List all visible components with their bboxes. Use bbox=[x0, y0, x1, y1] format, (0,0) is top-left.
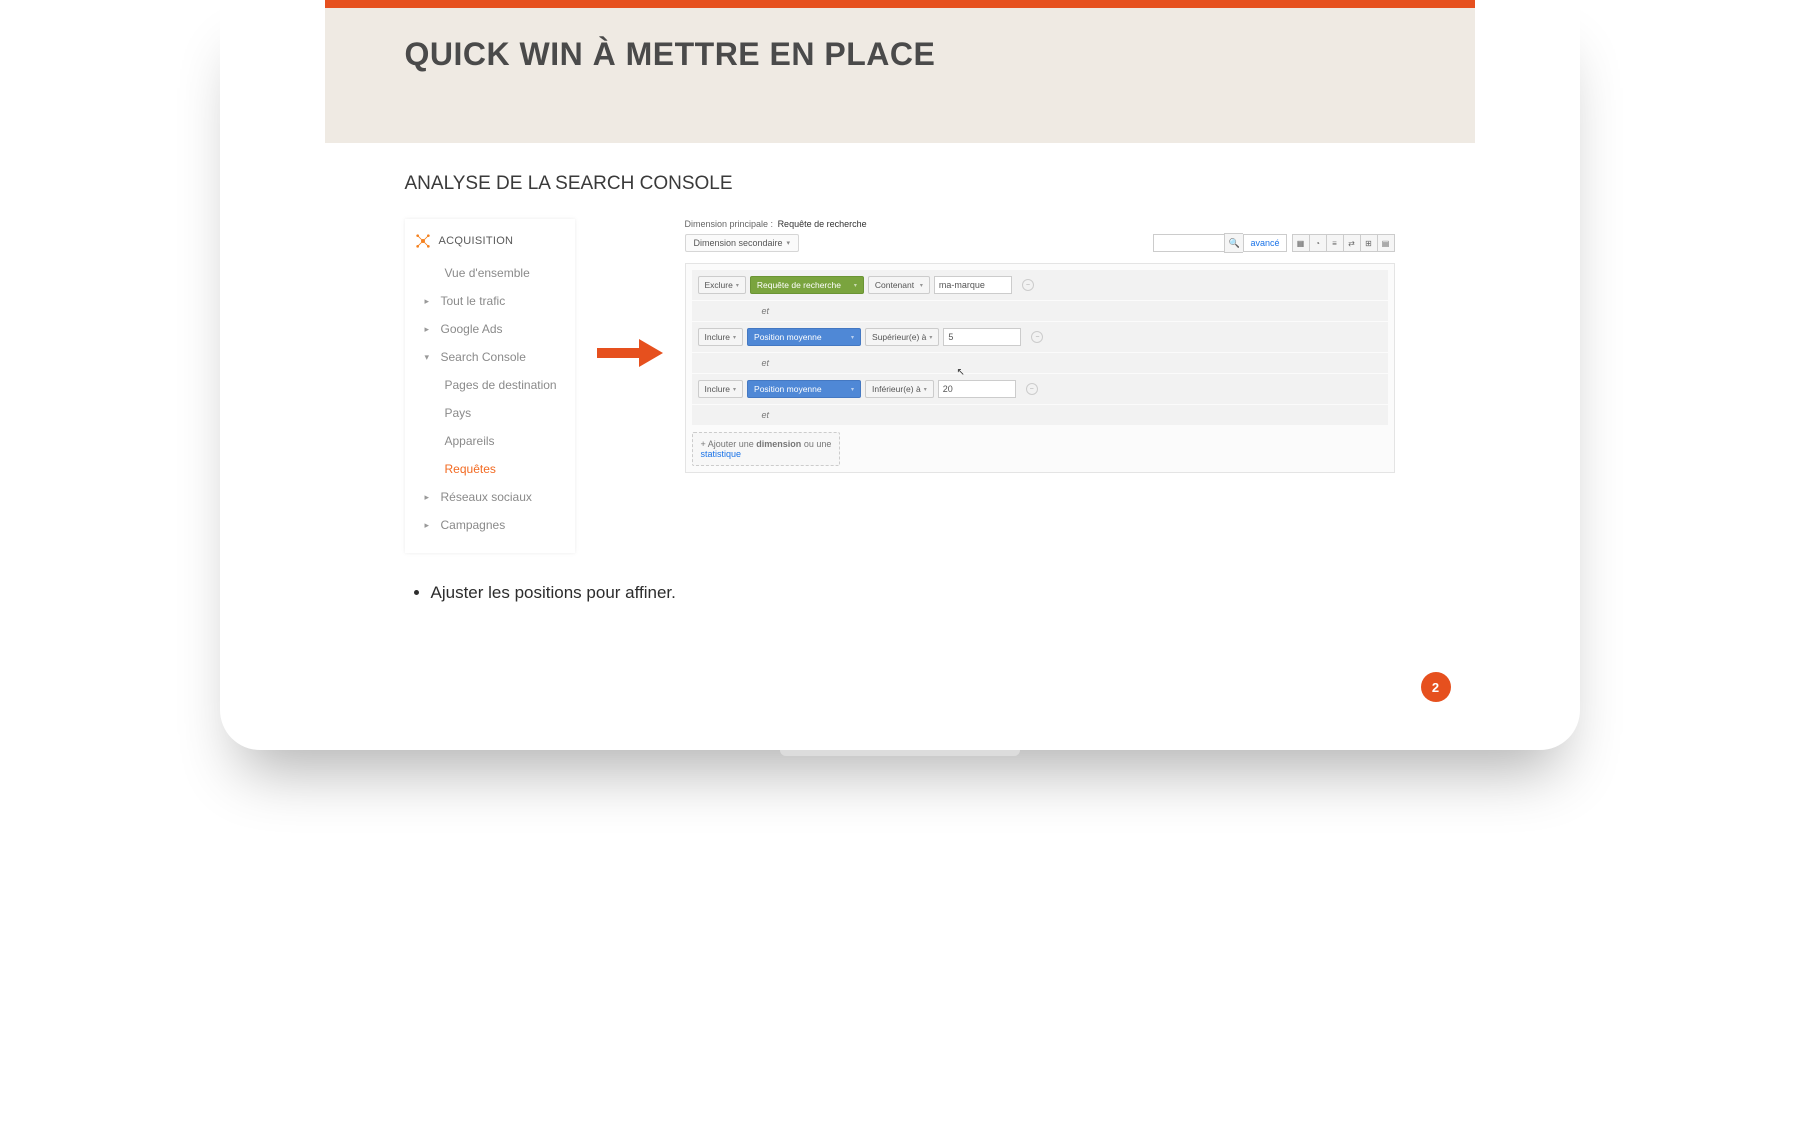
nav-item-queries[interactable]: Requêtes bbox=[405, 455, 575, 483]
and-connector-2: et bbox=[692, 353, 1388, 373]
operator-dropdown-1[interactable]: Contenant bbox=[868, 276, 930, 294]
view-mode-buttons: ▦ ◔ ≡ ⇄ ⊞ ▤ bbox=[1293, 234, 1395, 252]
remove-row-2[interactable]: − bbox=[1031, 331, 1043, 343]
primary-dim-value: Requête de recherche bbox=[778, 219, 867, 229]
mode-dropdown-2[interactable]: Inclure bbox=[698, 328, 744, 346]
dimension-dropdown-2[interactable]: Position moyenne bbox=[747, 328, 861, 346]
search-icon: 🔍 bbox=[1229, 238, 1240, 249]
and-connector-3: et bbox=[692, 405, 1388, 425]
device-notch bbox=[780, 750, 1020, 756]
add-dim-prefix: + Ajouter une bbox=[701, 439, 757, 449]
nav-item-search-console[interactable]: Search Console bbox=[405, 343, 575, 371]
add-dim-link: statistique bbox=[701, 449, 742, 459]
filter-area: Dimension principale : Requête de recher… bbox=[685, 219, 1395, 473]
view-cloud-icon[interactable]: ▤ bbox=[1377, 234, 1395, 252]
cursor-icon: ↖ bbox=[957, 367, 965, 378]
callout-arrow bbox=[595, 219, 665, 367]
subheading: ANALYSE DE LA SEARCH CONSOLE bbox=[405, 173, 1395, 195]
slide: QUICK WIN À METTRE EN PLACE ANALYSE DE L… bbox=[325, 0, 1475, 720]
page-number-badge: 2 bbox=[1421, 672, 1451, 702]
search-button[interactable]: 🔍 bbox=[1224, 233, 1243, 253]
nav-list: Vue d'ensemble Tout le trafic Google Ads… bbox=[405, 259, 575, 539]
nav-item-overview[interactable]: Vue d'ensemble bbox=[405, 259, 575, 287]
value-input-3[interactable] bbox=[938, 380, 1016, 398]
nav-item-devices[interactable]: Appareils bbox=[405, 427, 575, 455]
add-dimension-button[interactable]: + Ajouter une dimension ou une statistiq… bbox=[692, 432, 841, 466]
nav-item-landing-pages[interactable]: Pages de destination bbox=[405, 371, 575, 399]
remove-row-1[interactable]: − bbox=[1022, 279, 1034, 291]
and-connector-1: et bbox=[692, 301, 1388, 321]
add-dim-mid: ou une bbox=[801, 439, 831, 449]
view-comparison-icon[interactable]: ⇄ bbox=[1343, 234, 1361, 252]
table-toolbar: Dimension secondaire 🔍 avancé ▦ ◔ ≡ bbox=[685, 233, 1395, 253]
accent-bar bbox=[325, 0, 1475, 8]
filter-row-1: Exclure Requête de recherche Contenant − bbox=[692, 270, 1388, 300]
value-input-1[interactable] bbox=[934, 276, 1012, 294]
nav-item-all-traffic[interactable]: Tout le trafic bbox=[405, 287, 575, 315]
advanced-link[interactable]: avancé bbox=[1243, 234, 1286, 252]
filter-row-3: Inclure Position moyenne Inférieur(e) à … bbox=[692, 374, 1388, 404]
mode-dropdown-1[interactable]: Exclure bbox=[698, 276, 746, 294]
operator-dropdown-2[interactable]: Supérieur(e) à bbox=[865, 328, 939, 346]
mode-dropdown-3[interactable]: Inclure bbox=[698, 380, 744, 398]
primary-dim-label: Dimension principale : bbox=[685, 219, 774, 229]
slide-content: ANALYSE DE LA SEARCH CONSOLE ACQUISITION… bbox=[325, 143, 1475, 629]
nav-item-social[interactable]: Réseaux sociaux bbox=[405, 483, 575, 511]
secondary-dimension-dropdown[interactable]: Dimension secondaire bbox=[685, 234, 800, 252]
add-dim-bold: dimension bbox=[756, 439, 801, 449]
table-search-input[interactable] bbox=[1153, 234, 1224, 252]
advanced-filter-panel: Exclure Requête de recherche Contenant −… bbox=[685, 263, 1395, 473]
nav-item-campaigns[interactable]: Campagnes bbox=[405, 511, 575, 539]
view-performance-icon[interactable]: ≡ bbox=[1326, 234, 1344, 252]
title-band: QUICK WIN À METTRE EN PLACE bbox=[325, 8, 1475, 143]
bullet-list: Ajuster les positions pour affiner. bbox=[431, 583, 1395, 603]
operator-dropdown-3[interactable]: Inférieur(e) à bbox=[865, 380, 934, 398]
filter-row-2: Inclure Position moyenne Supérieur(e) à … bbox=[692, 322, 1388, 352]
slide-title: QUICK WIN À METTRE EN PLACE bbox=[405, 36, 1415, 73]
toolbar-right: 🔍 avancé ▦ ◔ ≡ ⇄ ⊞ ▤ bbox=[1153, 233, 1394, 253]
view-pivot-icon[interactable]: ⊞ bbox=[1360, 234, 1378, 252]
view-percent-icon[interactable]: ◔ bbox=[1309, 234, 1327, 252]
nav-section-acquisition[interactable]: ACQUISITION bbox=[405, 227, 575, 255]
nav-item-countries[interactable]: Pays bbox=[405, 399, 575, 427]
primary-dimension-header: Dimension principale : Requête de recher… bbox=[685, 219, 1395, 229]
value-input-2[interactable] bbox=[943, 328, 1021, 346]
nav-section-label: ACQUISITION bbox=[439, 235, 514, 247]
acquisition-icon bbox=[415, 233, 431, 249]
dimension-dropdown-1[interactable]: Requête de recherche bbox=[750, 276, 864, 294]
dimension-dropdown-3[interactable]: Position moyenne bbox=[747, 380, 861, 398]
nav-item-google-ads[interactable]: Google Ads bbox=[405, 315, 575, 343]
arrow-icon bbox=[597, 339, 663, 367]
panel-row: ACQUISITION Vue d'ensemble Tout le trafi… bbox=[405, 219, 1395, 553]
remove-row-3[interactable]: − bbox=[1026, 383, 1038, 395]
bullet-item: Ajuster les positions pour affiner. bbox=[431, 583, 1395, 603]
view-table-icon[interactable]: ▦ bbox=[1292, 234, 1310, 252]
device-frame: QUICK WIN À METTRE EN PLACE ANALYSE DE L… bbox=[220, 0, 1580, 750]
ga-sidebar: ACQUISITION Vue d'ensemble Tout le trafi… bbox=[405, 219, 575, 553]
